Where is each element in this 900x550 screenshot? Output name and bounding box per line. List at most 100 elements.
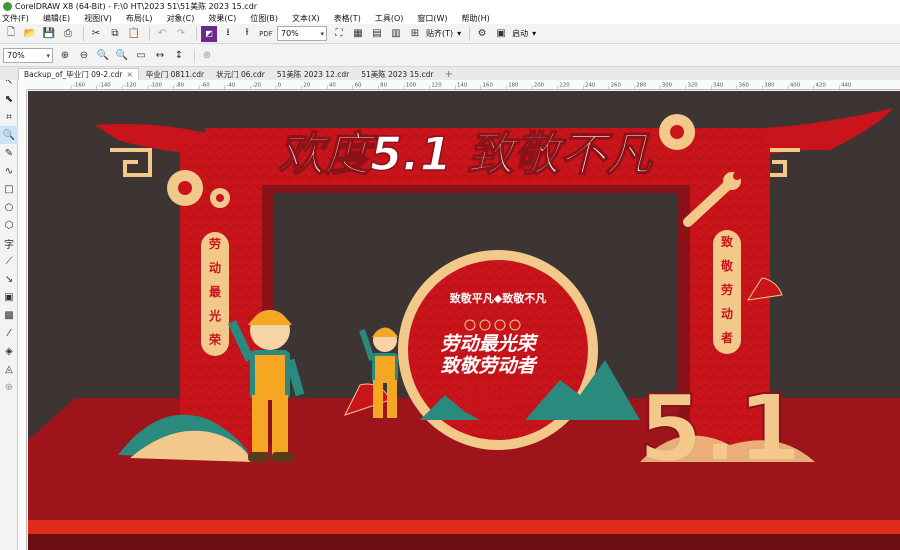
- zoom-level-combo[interactable]: 70% ▾: [277, 26, 327, 41]
- interactive-fill-icon[interactable]: ◈: [0, 342, 18, 360]
- chevron-down-icon: ▾: [46, 52, 50, 60]
- center-slogan-line-1: 劳动最光荣: [440, 333, 538, 355]
- chevron-down-icon[interactable]: ▾: [457, 29, 461, 38]
- zoom-height-icon[interactable]: ↕: [171, 48, 187, 64]
- ellipse-tool-icon[interactable]: ○: [0, 198, 18, 216]
- menu-file[interactable]: 文件(F): [2, 13, 29, 24]
- ruler-tick-label: -40: [227, 82, 236, 88]
- menu-layout[interactable]: 布局(L): [126, 13, 153, 24]
- menu-view[interactable]: 视图(V): [84, 13, 112, 24]
- open-folder-icon[interactable]: 📂: [22, 26, 38, 42]
- ruler-tick-label: -80: [175, 82, 184, 88]
- full-screen-icon[interactable]: ⛶: [331, 26, 347, 42]
- rectangle-tool-icon[interactable]: □: [0, 180, 18, 198]
- new-document-icon[interactable]: 🗋: [3, 26, 19, 42]
- snap-icon[interactable]: ⊞: [407, 26, 423, 42]
- menu-window[interactable]: 窗口(W): [417, 13, 447, 24]
- text-tool-icon[interactable]: 字: [0, 234, 18, 252]
- export-icon[interactable]: ⭱: [239, 26, 255, 42]
- add-tab-icon[interactable]: +: [440, 69, 456, 80]
- smart-fill-icon[interactable]: ◬: [0, 360, 18, 378]
- add-tool-icon[interactable]: ⊕: [0, 378, 18, 396]
- transparency-tool-icon[interactable]: ▩: [0, 306, 18, 324]
- close-icon[interactable]: ×: [126, 70, 132, 79]
- undo-icon[interactable]: ↶: [154, 26, 170, 42]
- chevron-down-icon[interactable]: ▾: [532, 29, 536, 38]
- connector-tool-icon[interactable]: ↘: [0, 270, 18, 288]
- parallel-dimension-icon[interactable]: ⟋: [0, 252, 18, 270]
- paste-icon[interactable]: 📋: [126, 26, 142, 42]
- options-gear-icon[interactable]: ⚙: [474, 26, 490, 42]
- menu-bitmaps[interactable]: 位图(B): [250, 13, 278, 24]
- ruler-origin[interactable]: [18, 80, 27, 90]
- gear-icon: [659, 114, 695, 150]
- tab-champion-gate[interactable]: 状元门 06.cdr: [211, 68, 270, 80]
- polygon-tool-icon[interactable]: ⬡: [0, 216, 18, 234]
- eyedropper-icon[interactable]: ⁄: [0, 324, 18, 342]
- zoom-out-icon[interactable]: ⊖: [76, 48, 92, 64]
- tab-label: 状元门 06.cdr: [216, 69, 265, 79]
- tab-label: Backup_of_毕业门 09-2.cdr: [24, 70, 123, 79]
- add-icon[interactable]: ⊕: [199, 48, 215, 64]
- zoom-selected-icon[interactable]: 🔍: [95, 48, 111, 64]
- tab-graduation-gate[interactable]: 毕业门 0811.cdr: [141, 68, 209, 80]
- property-bar: 70% ▾ ⊕ ⊖ 🔍 🔍 ▭ ↔ ↕ ⊕: [0, 45, 900, 67]
- window-title: CorelDRAW X8 (64-Bit) - F:\0 HT\2023 51\…: [15, 1, 258, 11]
- show-grid-icon[interactable]: ▤: [369, 26, 385, 42]
- zoom-in-icon[interactable]: ⊕: [57, 48, 73, 64]
- zoom-level-combo[interactable]: 70% ▾: [3, 48, 53, 63]
- application-launcher-icon[interactable]: ▣: [493, 26, 509, 42]
- import-icon[interactable]: ⭳: [220, 26, 236, 42]
- artwork: 欢度5.1 致敬不凡 劳 动 最 光 荣 致 敬 劳 动 者 致敬平凡◆致敬不凡…: [28, 108, 900, 550]
- freehand-tool-icon[interactable]: ✎: [0, 144, 18, 162]
- shape-tool-icon[interactable]: ⬉: [0, 90, 18, 108]
- menu-edit[interactable]: 编辑(E): [43, 13, 70, 24]
- ruler-tick-label: 0: [278, 82, 282, 88]
- zoom-width-icon[interactable]: ↔: [152, 48, 168, 64]
- artistic-media-icon[interactable]: ∿: [0, 162, 18, 180]
- print-icon[interactable]: ⎙: [60, 26, 76, 42]
- vertical-ruler[interactable]: [18, 90, 27, 550]
- coreldraw-app-icon: [3, 1, 12, 11]
- tab-51-display-15[interactable]: 51美陈 2023 15.cdr: [356, 68, 438, 80]
- copy-icon[interactable]: ⧉: [107, 26, 123, 42]
- publish-pdf-icon[interactable]: PDF: [258, 26, 274, 42]
- ruler-tick-label: 240: [585, 82, 596, 88]
- ruler-tick-label: 60: [355, 82, 362, 88]
- snap-to-label[interactable]: 贴齐(T): [426, 28, 453, 39]
- crop-tool-icon[interactable]: ⌗: [0, 108, 18, 126]
- center-slogan-line-2: 致敬劳动者: [440, 355, 538, 377]
- menu-help[interactable]: 帮助(H): [462, 13, 490, 24]
- toolbar-separator: [194, 48, 195, 63]
- tab-51-display-12[interactable]: 51美陈 2023 12.cdr: [272, 68, 354, 80]
- menu-text[interactable]: 文本(X): [292, 13, 320, 24]
- search-content-icon[interactable]: ◩: [201, 25, 217, 42]
- zoom-all-icon[interactable]: 🔍: [114, 48, 130, 64]
- menu-object[interactable]: 对象(C): [167, 13, 195, 24]
- chevron-down-icon: ▾: [320, 30, 324, 38]
- save-icon[interactable]: 💾: [41, 26, 57, 42]
- drawing-canvas[interactable]: 欢度5.1 致敬不凡 劳 动 最 光 荣 致 敬 劳 动 者 致敬平凡◆致敬不凡…: [28, 91, 900, 550]
- launch-label[interactable]: 启动: [512, 28, 528, 39]
- cut-icon[interactable]: ✂: [88, 26, 104, 42]
- ruler-tick-label: 180: [508, 82, 519, 88]
- stage-stripe: [28, 520, 900, 534]
- menu-effects[interactable]: 效果(C): [208, 13, 236, 24]
- tab-label: 51美陈 2023 15.cdr: [361, 69, 434, 79]
- show-guidelines-icon[interactable]: ▥: [388, 26, 404, 42]
- horizontal-ruler[interactable]: -160 -140 -120 -100 -80 -60 -40 -20 0 20 40 60 80 100…: [18, 80, 900, 90]
- slogan-char: 动: [209, 261, 221, 275]
- ruler-tick-label: -60: [201, 82, 210, 88]
- center-arc-text: 致敬平凡◆致敬不凡: [450, 291, 546, 305]
- redo-icon[interactable]: ↷: [173, 26, 189, 42]
- toolbar-separator: [149, 26, 150, 41]
- menu-tools[interactable]: 工具(O): [375, 13, 404, 24]
- left-roof-scroll: [110, 148, 152, 177]
- slogan-char: 者: [720, 330, 733, 345]
- zoom-tool-icon[interactable]: 🔍: [0, 126, 18, 144]
- tab-backup-graduation-gate[interactable]: Backup_of_毕业门 09-2.cdr ×: [18, 68, 139, 80]
- show-rulers-icon[interactable]: ▦: [350, 26, 366, 42]
- zoom-page-icon[interactable]: ▭: [133, 48, 149, 64]
- drop-shadow-icon[interactable]: ▣: [0, 288, 18, 306]
- menu-table[interactable]: 表格(T): [334, 13, 361, 24]
